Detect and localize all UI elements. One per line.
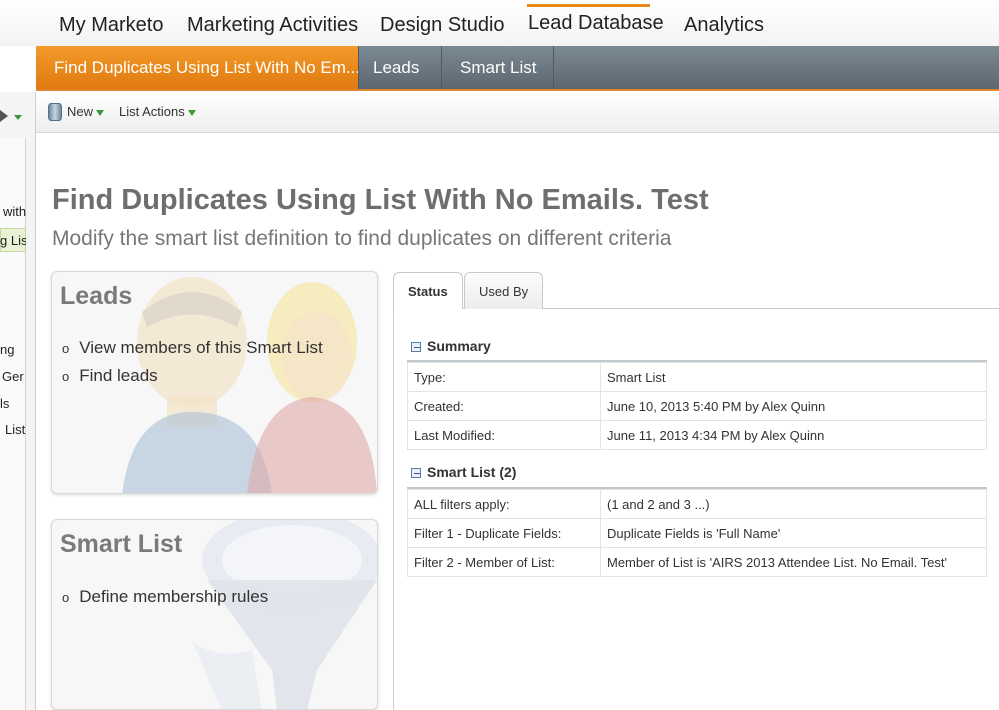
tab-status[interactable]: Status: [393, 272, 463, 311]
left-tree-item[interactable]: ls: [0, 396, 26, 411]
table-row: Created: June 10, 2013 5:40 PM by Alex Q…: [407, 391, 987, 421]
list-actions-label: List Actions: [119, 104, 185, 119]
leads-card-links: View members of this Smart List Find lea…: [62, 334, 323, 390]
table-row: ALL filters apply: (1 and 2 and 3 ...): [407, 489, 987, 519]
table-row: Filter 1 - Duplicate Fields: Duplicate F…: [407, 518, 987, 548]
collapse-icon[interactable]: [411, 342, 421, 352]
collapse-icon[interactable]: [411, 468, 421, 478]
filter-value: Duplicate Fields is 'Full Name': [600, 518, 987, 548]
filter-value: Member of List is 'AIRS 2013 Attendee Li…: [600, 547, 987, 577]
dropdown-arrow-icon: [96, 109, 105, 116]
view-members-link[interactable]: View members of this Smart List: [62, 334, 322, 362]
smart-list-section-header[interactable]: Smart List (2): [411, 464, 516, 480]
define-membership-rules-link[interactable]: Define membership rules: [62, 583, 268, 611]
leads-card-title: Leads: [60, 282, 133, 310]
left-tree-item[interactable]: ng: [0, 342, 26, 357]
left-tree-item[interactable]: List: [5, 422, 27, 437]
filter-key: Filter 2 - Member of List:: [407, 547, 601, 577]
table-row: Filter 2 - Member of List: Member of Lis…: [407, 547, 987, 577]
nav-my-marketo[interactable]: My Marketo: [59, 14, 163, 37]
page-subtitle: Modify the smart list definition to find…: [52, 227, 672, 250]
left-tree-item[interactable]: with: [3, 204, 26, 219]
new-label: New: [67, 104, 94, 119]
nav-design-studio[interactable]: Design Studio: [380, 14, 505, 37]
summary-value: June 10, 2013 5:40 PM by Alex Quinn: [600, 391, 987, 421]
smart-list-heading: Smart List (2): [427, 464, 517, 480]
nav-marketing-activities[interactable]: Marketing Activities: [187, 14, 358, 37]
left-tree-item[interactable]: Ger: [2, 369, 28, 384]
smart-list-card: Smart List Define membership rules: [51, 519, 378, 710]
left-arrow-icon[interactable]: [0, 108, 26, 128]
summary-key: Created:: [407, 391, 601, 421]
page-title: Find Duplicates Using List With No Email…: [52, 184, 709, 216]
detail-tabs: Status Used By: [393, 271, 999, 311]
tab-smart-list[interactable]: Smart List: [442, 46, 554, 89]
summary-value: Smart List: [600, 362, 987, 392]
nav-analytics[interactable]: Analytics: [684, 14, 764, 37]
summary-heading: Summary: [427, 338, 491, 354]
list-actions-button[interactable]: List Actions: [119, 104, 196, 119]
nav-lead-database[interactable]: Lead Database: [528, 12, 664, 35]
summary-section-header[interactable]: Summary: [411, 338, 491, 354]
smart-list-card-title: Smart List: [60, 530, 183, 558]
summary-value: June 11, 2013 4:34 PM by Alex Quinn: [600, 420, 987, 450]
find-leads-link[interactable]: Find leads: [62, 362, 323, 390]
tab-leads[interactable]: Leads: [359, 46, 442, 89]
filter-value: (1 and 2 and 3 ...): [600, 489, 987, 519]
summary-key: Type:: [407, 362, 601, 392]
top-navigation: My Marketo Marketing Activities Design S…: [0, 0, 999, 46]
table-row: Type: Smart List: [407, 362, 987, 392]
sub-tab-bar: Find Duplicates Using List With No Em...…: [36, 46, 999, 91]
database-icon: [48, 103, 62, 121]
summary-key: Last Modified:: [407, 420, 601, 450]
left-tree-item-selected[interactable]: g Lis: [0, 233, 26, 248]
summary-table: Type: Smart List Created: June 10, 2013 …: [407, 362, 987, 450]
table-row: Last Modified: June 11, 2013 4:34 PM by …: [407, 420, 987, 450]
new-button[interactable]: New: [67, 104, 105, 119]
filter-key: Filter 1 - Duplicate Fields:: [407, 518, 601, 548]
leads-card: Leads View members of this Smart List Fi…: [51, 271, 378, 494]
tab-find-duplicates[interactable]: Find Duplicates Using List With No Em...: [36, 46, 359, 89]
nav-active-indicator: [527, 4, 650, 7]
dropdown-arrow-icon: [187, 109, 196, 116]
tab-used-by[interactable]: Used By: [464, 272, 544, 310]
filter-key: ALL filters apply:: [407, 489, 601, 519]
smart-list-table: ALL filters apply: (1 and 2 and 3 ...) F…: [407, 489, 987, 577]
smart-list-card-links: Define membership rules: [62, 583, 268, 611]
